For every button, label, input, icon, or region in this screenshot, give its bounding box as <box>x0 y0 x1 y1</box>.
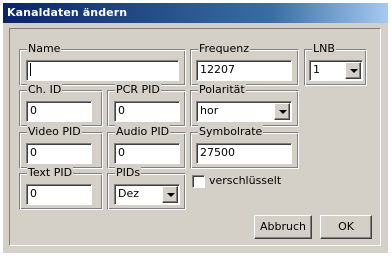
window-title: Kanaldaten ändern <box>7 6 128 19</box>
audio-pid-input[interactable]: 0 <box>114 143 180 164</box>
pcr-pid-input[interactable]: 0 <box>114 101 180 122</box>
polaritaet-select[interactable]: hor <box>196 101 292 122</box>
pids-label: PIDs <box>115 166 142 180</box>
audio-pid-label: Audio PID <box>115 125 171 139</box>
ch-id-input[interactable]: 0 <box>26 101 92 122</box>
lnb-select[interactable]: 1 <box>309 60 363 81</box>
group-pcr-pid: PCR PID 0 <box>107 83 186 127</box>
cancel-button[interactable]: Abbruch <box>254 215 312 239</box>
video-pid-input[interactable]: 0 <box>26 143 92 164</box>
text-pid-label: Text PID <box>27 166 74 180</box>
pids-dropdown-arrow-icon[interactable] <box>162 186 178 203</box>
dialog: Kanaldaten ändern Name Frequenz 12207 LN… <box>3 3 388 253</box>
ch-id-label: Ch. ID <box>27 83 63 97</box>
text-pid-input[interactable]: 0 <box>26 184 92 205</box>
name-label: Name <box>27 42 62 56</box>
lnb-label: LNB <box>312 42 336 56</box>
group-ch-id: Ch. ID 0 <box>19 83 103 127</box>
polaritaet-label: Polarität <box>198 83 246 97</box>
pids-select[interactable]: Dez <box>114 184 180 205</box>
group-frequenz: Frequenz 12207 <box>190 42 299 86</box>
group-pids: PIDs Dez <box>107 166 186 210</box>
content-panel: Name Frequenz 12207 LNB 1 Ch. ID 0 PCR P… <box>9 28 381 246</box>
group-lnb: LNB 1 <box>304 42 367 86</box>
ok-button[interactable]: OK <box>320 215 372 239</box>
group-symbolrate: Symbolrate 27500 <box>190 125 299 169</box>
frequenz-label: Frequenz <box>198 42 251 56</box>
video-pid-label: Video PID <box>27 125 82 139</box>
group-audio-pid: Audio PID 0 <box>107 125 186 169</box>
group-polaritaet: Polarität hor <box>190 83 299 127</box>
symbolrate-input[interactable]: 27500 <box>196 143 292 164</box>
group-name: Name <box>19 42 186 86</box>
lnb-dropdown-arrow-icon[interactable] <box>345 62 361 79</box>
name-input[interactable] <box>26 60 179 81</box>
frequenz-input[interactable]: 12207 <box>196 60 292 81</box>
group-text-pid: Text PID 0 <box>19 166 103 210</box>
title-bar[interactable]: Kanaldaten ändern <box>3 3 388 23</box>
polaritaet-dropdown-arrow-icon[interactable] <box>274 103 290 120</box>
text-cursor <box>30 62 31 76</box>
symbolrate-label: Symbolrate <box>198 125 264 139</box>
verschluesselt-checkbox[interactable] <box>192 175 205 188</box>
group-video-pid: Video PID 0 <box>19 125 103 169</box>
verschluesselt-label[interactable]: verschlüsselt <box>209 174 281 187</box>
pcr-pid-label: PCR PID <box>115 83 161 97</box>
